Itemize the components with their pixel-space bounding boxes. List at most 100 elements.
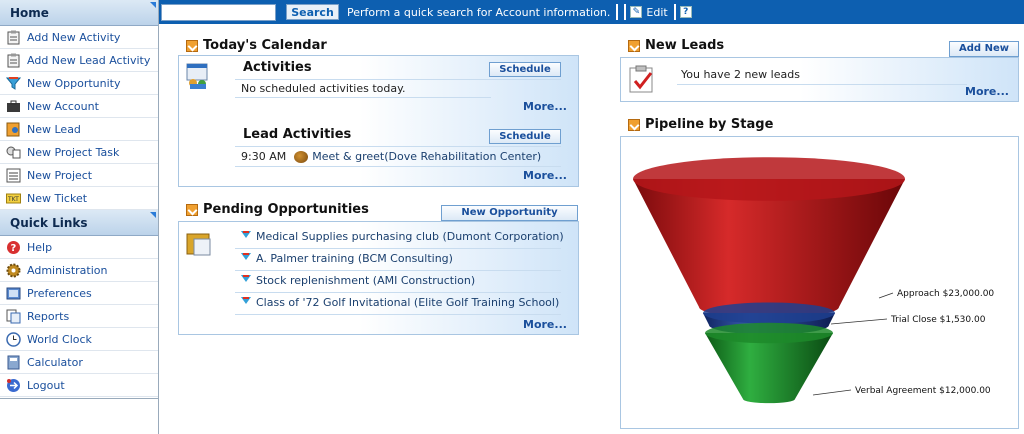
home-item-new-account[interactable]: New Account xyxy=(0,95,158,118)
quick-link-item-administration[interactable]: Administration xyxy=(0,259,158,282)
home-item-new-project[interactable]: New Project xyxy=(0,164,158,187)
opportunity-link[interactable]: Stock replenishment (AMI Construction) xyxy=(256,274,475,287)
quick-link-item-label[interactable]: Reports xyxy=(27,310,69,323)
divider xyxy=(235,314,561,315)
opportunities-panel: Medical Supplies purchasing club (Dumont… xyxy=(178,221,579,335)
home-item-label[interactable]: New Project Task xyxy=(27,146,119,159)
lead-activities-schedule-button[interactable]: Schedule xyxy=(489,129,561,144)
new-leads-message: You have 2 new leads xyxy=(681,68,800,81)
calculator-icon xyxy=(6,355,21,370)
briefcase-icon xyxy=(6,99,21,114)
calendar-title: Today's Calendar xyxy=(203,38,327,53)
activities-empty-text: No scheduled activities today. xyxy=(241,82,406,95)
divider xyxy=(677,84,967,85)
quick-link-item-label[interactable]: Logout xyxy=(27,379,65,392)
quick-link-item-reports[interactable]: Reports xyxy=(0,305,158,328)
home-item-new-opportunity[interactable]: New Opportunity xyxy=(0,72,158,95)
quick-link-item-label[interactable]: Help xyxy=(27,241,52,254)
expand-arrow-icon[interactable] xyxy=(186,39,198,52)
lead-activities-heading: Lead Activities xyxy=(243,127,352,142)
project-icon xyxy=(6,168,21,183)
opportunity-funnel-icon xyxy=(241,252,251,265)
calendar-icon xyxy=(185,62,211,90)
pipeline-panel-title: Pipeline by Stage xyxy=(628,117,773,132)
opportunity-link[interactable]: Class of '72 Golf Invitational (Elite Go… xyxy=(256,296,559,309)
quick-link-item-label[interactable]: Calculator xyxy=(27,356,83,369)
home-item-new-project-task[interactable]: New Project Task xyxy=(0,141,158,164)
search-input[interactable] xyxy=(161,3,276,21)
home-section-title: Home xyxy=(10,6,49,20)
home-item-add-new-lead-activity[interactable]: Add New Lead Activity xyxy=(0,49,158,72)
funnel-segment-verbal-agreement[interactable] xyxy=(705,333,833,404)
collapse-corner-icon[interactable] xyxy=(150,212,156,218)
activities-more-link[interactable]: More... xyxy=(523,100,567,113)
new-leads-panel-title: New Leads xyxy=(628,38,724,53)
sidebar-divider xyxy=(0,398,158,399)
home-item-label[interactable]: Add New Activity xyxy=(27,31,120,44)
opportunity-link[interactable]: A. Palmer training (BCM Consulting) xyxy=(256,252,453,265)
divider xyxy=(235,79,561,80)
toolbar-divider xyxy=(616,4,619,20)
add-new-lead-button[interactable]: Add New xyxy=(949,41,1019,57)
home-item-label[interactable]: New Project xyxy=(27,169,92,182)
opportunity-row[interactable]: Stock replenishment (AMI Construction) xyxy=(241,274,475,287)
home-item-new-ticket[interactable]: TKT New Ticket xyxy=(0,187,158,210)
quick-link-item-label[interactable]: World Clock xyxy=(27,333,92,346)
top-search-bar: Search Perform a quick search for Accoun… xyxy=(159,0,1024,24)
new-leads-panel: You have 2 new leads More... xyxy=(620,57,1019,102)
collapse-corner-icon[interactable] xyxy=(150,2,156,8)
opportunities-more-link[interactable]: More... xyxy=(523,318,567,331)
quick-link-item-world-clock[interactable]: World Clock xyxy=(0,328,158,351)
opportunity-row[interactable]: A. Palmer training (BCM Consulting) xyxy=(241,252,453,265)
svg-text:?: ? xyxy=(11,243,17,254)
home-item-label[interactable]: New Ticket xyxy=(27,192,87,205)
home-item-new-lead[interactable]: New Lead xyxy=(0,118,158,141)
expand-arrow-icon[interactable] xyxy=(628,118,640,131)
sidebar: Home Add New Activity Add New Lead Activi… xyxy=(0,0,159,434)
task-icon xyxy=(6,145,21,160)
home-item-label[interactable]: New Opportunity xyxy=(27,77,121,90)
expand-arrow-icon[interactable] xyxy=(628,39,640,52)
quick-link-item-preferences[interactable]: Preferences xyxy=(0,282,158,305)
pipeline-chart-panel: Approach $23,000.00 Trial Close $1,530.00… xyxy=(620,136,1019,429)
logout-icon xyxy=(6,378,21,393)
new-leads-more-link[interactable]: More... xyxy=(965,85,1009,98)
funnel-label-trial-close: Trial Close $1,530.00 xyxy=(890,315,986,325)
funnel-label-verbal-agreement: Verbal Agreement $12,000.00 xyxy=(855,386,991,396)
home-item-label[interactable]: New Account xyxy=(27,100,99,113)
funnel-icon xyxy=(5,76,22,91)
funnel-label-approach: Approach $23,000.00 xyxy=(897,289,994,299)
opportunity-row[interactable]: Class of '72 Golf Invitational (Elite Go… xyxy=(241,296,559,309)
new-leads-title: New Leads xyxy=(645,38,725,53)
home-item-label[interactable]: New Lead xyxy=(27,123,81,136)
lead-activities-more-link[interactable]: More... xyxy=(523,169,567,182)
activities-schedule-button[interactable]: Schedule xyxy=(489,62,561,77)
divider xyxy=(235,248,561,249)
divider xyxy=(235,146,561,147)
quick-link-item-calculator[interactable]: Calculator xyxy=(0,351,158,374)
new-opportunity-button[interactable]: New Opportunity xyxy=(441,205,578,221)
quick-link-item-help[interactable]: ? Help xyxy=(0,236,158,259)
help-icon[interactable]: ? xyxy=(679,6,692,18)
opportunities-title: Pending Opportunities xyxy=(203,202,369,217)
divider xyxy=(235,97,491,98)
funnel-segment-top xyxy=(703,302,835,324)
calendar-panel: Activities Schedule No scheduled activit… xyxy=(178,55,579,187)
lead-activity-link[interactable]: Meet & greet(Dove Rehabilitation Center) xyxy=(312,150,541,163)
pipeline-funnel-chart: Approach $23,000.00 Trial Close $1,530.00… xyxy=(633,157,994,404)
home-section-header[interactable]: Home xyxy=(0,0,158,26)
quick-link-item-logout[interactable]: Logout xyxy=(0,374,158,397)
search-button[interactable]: Search xyxy=(286,4,339,20)
home-item-add-new-activity[interactable]: Add New Activity xyxy=(0,26,158,49)
funnel-segment-top xyxy=(633,157,905,201)
expand-arrow-icon[interactable] xyxy=(186,203,198,216)
quick-links-section-header[interactable]: Quick Links xyxy=(0,210,158,236)
edit-link[interactable]: Edit xyxy=(646,6,667,19)
opportunity-row[interactable]: Medical Supplies purchasing club (Dumont… xyxy=(241,230,564,243)
quick-link-item-label[interactable]: Administration xyxy=(27,264,108,277)
edit-icon[interactable]: ✎ xyxy=(630,6,643,18)
quick-link-item-label[interactable]: Preferences xyxy=(27,287,92,300)
home-item-label[interactable]: Add New Lead Activity xyxy=(27,54,150,67)
opportunity-link[interactable]: Medical Supplies purchasing club (Dumont… xyxy=(256,230,564,243)
calendar-panel-title: Today's Calendar xyxy=(186,38,327,53)
